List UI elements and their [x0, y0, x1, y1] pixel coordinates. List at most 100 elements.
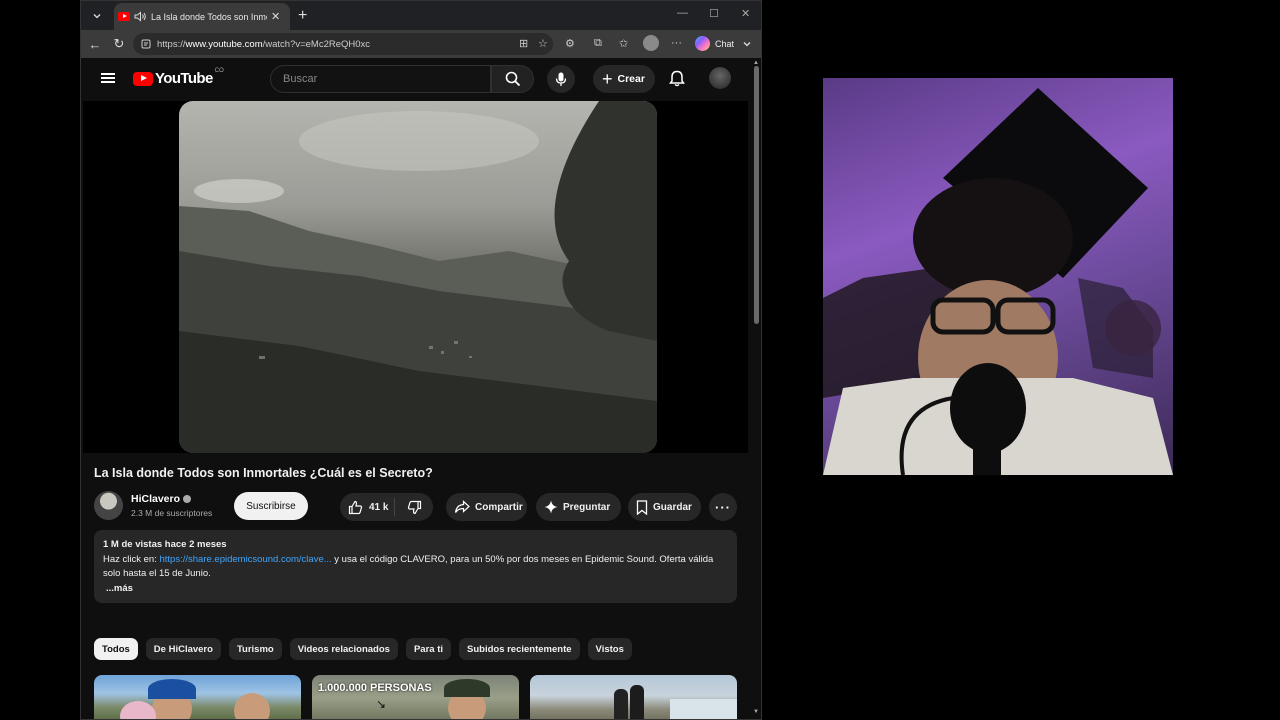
- logo-text: YouTube: [155, 70, 213, 87]
- chevron-down-icon: [743, 41, 751, 46]
- video-frame: [179, 101, 657, 453]
- glacier-image: [670, 699, 737, 719]
- verified-icon: [183, 495, 192, 504]
- view-count-date: 1 M de vistas hace 2 meses: [103, 539, 227, 550]
- share-button[interactable]: Compartir: [446, 493, 527, 521]
- filter-chips: Todos De HiClavero Turismo Videos relaci…: [94, 638, 632, 660]
- subscriber-count: 2.3 M de suscriptores: [131, 508, 213, 518]
- voice-search-button[interactable]: [547, 65, 575, 93]
- webcam-overlay: [823, 78, 1173, 475]
- site-info-icon[interactable]: [141, 39, 151, 49]
- sparkle-icon: [544, 500, 558, 514]
- youtube-logo[interactable]: YouTube CO: [133, 67, 224, 87]
- search-button[interactable]: [491, 65, 534, 93]
- video-thumbnail[interactable]: 1.000.000 PERSONAS ↘: [312, 675, 519, 719]
- save-button[interactable]: Guardar: [628, 493, 701, 521]
- like-count: 41 k: [369, 501, 389, 513]
- youtube-header: YouTube CO + Crear: [81, 58, 751, 100]
- cap-image: [444, 679, 490, 697]
- ask-button[interactable]: Preguntar: [536, 493, 621, 521]
- thumbs-up-icon: [348, 500, 363, 514]
- minimize-button[interactable]: —: [677, 7, 688, 19]
- share-label: Compartir: [475, 501, 523, 513]
- youtube-favicon-icon: [118, 12, 130, 21]
- subscribe-button[interactable]: Suscribirse: [234, 492, 308, 520]
- thumbs-down-icon[interactable]: [407, 500, 422, 515]
- description-box[interactable]: 1 M de vistas hace 2 meses Haz click en:…: [94, 530, 737, 603]
- favorites-icon[interactable]: ✩: [619, 37, 628, 50]
- page-scrollbar[interactable]: ▲ ▼: [751, 58, 761, 719]
- like-dislike-group: 41 k: [340, 493, 433, 521]
- person-image: [614, 689, 628, 719]
- tab-bar: La Isla donde Todos son Inmortales ¿Cuál…: [81, 1, 761, 30]
- chevron-down-icon: [93, 13, 101, 18]
- back-icon[interactable]: ←: [83, 37, 107, 52]
- flowers-image: [120, 701, 156, 719]
- copilot-chat-button[interactable]: Chat: [695, 36, 752, 51]
- video-player[interactable]: [83, 101, 748, 453]
- person-image: [234, 693, 270, 719]
- favorite-star-icon[interactable]: ☆: [538, 37, 548, 50]
- address-bar-row: ← ↻ https://www.youtube.com/watch?v=eMc2…: [81, 30, 761, 58]
- tab-actions-button[interactable]: [84, 5, 110, 27]
- chip-turismo[interactable]: Turismo: [228, 638, 282, 660]
- extensions-icon[interactable]: ⚙: [565, 37, 575, 50]
- channel-avatar[interactable]: [94, 491, 123, 520]
- bookmark-icon: [636, 499, 648, 515]
- channel-name[interactable]: HiClavero: [131, 493, 192, 505]
- person-image: [630, 685, 644, 719]
- video-title: La Isla donde Todos son Inmortales ¿Cuál…: [94, 466, 433, 480]
- new-tab-button[interactable]: +: [298, 7, 307, 25]
- close-window-button[interactable]: ✕: [741, 7, 750, 20]
- create-button[interactable]: + Crear: [593, 65, 655, 93]
- browser-tab-active[interactable]: La Isla donde Todos son Inmortales ¿Cuál…: [114, 3, 290, 30]
- copilot-icon: [695, 36, 710, 51]
- description-text: Haz click en: https://share.epidemicsoun…: [103, 553, 714, 580]
- more-actions-button[interactable]: ···: [709, 493, 737, 521]
- maximize-button[interactable]: ☐: [709, 7, 719, 20]
- profile-avatar[interactable]: [643, 35, 659, 51]
- chip-subidos-recientemente[interactable]: Subidos recientemente: [459, 638, 580, 660]
- thumbnail-overlay-text: 1.000.000 PERSONAS: [318, 682, 432, 694]
- video-thumbnail[interactable]: [530, 675, 737, 719]
- ask-label: Preguntar: [563, 501, 611, 513]
- logo-country: CO: [214, 67, 224, 74]
- share-icon: [454, 500, 470, 513]
- video-landscape-image: [179, 101, 657, 453]
- create-label: Crear: [617, 73, 645, 85]
- refresh-icon[interactable]: ↻: [107, 36, 131, 52]
- chat-label: Chat: [715, 38, 735, 49]
- app-available-icon[interactable]: ⊞: [519, 37, 528, 50]
- search-input[interactable]: [283, 73, 490, 85]
- chip-todos[interactable]: Todos: [94, 638, 138, 660]
- plus-icon: +: [602, 69, 613, 89]
- chip-de-hiclavero[interactable]: De HiClavero: [145, 638, 221, 660]
- chip-vistos[interactable]: Vistos: [587, 638, 632, 660]
- scrollbar-thumb[interactable]: [754, 66, 759, 324]
- like-button[interactable]: 41 k: [340, 498, 395, 516]
- show-more-link[interactable]: ...más: [103, 582, 728, 597]
- menu-icon[interactable]: [101, 73, 115, 83]
- browser-window: La Isla donde Todos son Inmortales ¿Cuál…: [80, 0, 762, 720]
- save-label: Guardar: [653, 501, 692, 513]
- video-thumbnail[interactable]: [94, 675, 301, 719]
- chip-para-ti[interactable]: Para ti: [405, 638, 451, 660]
- tab-close-icon[interactable]: ✕: [271, 10, 280, 23]
- url-field[interactable]: https://www.youtube.com/watch?v=eMc2ReQH…: [133, 33, 553, 55]
- scroll-down-icon[interactable]: ▼: [753, 709, 759, 715]
- more-menu-icon[interactable]: ···: [671, 37, 682, 49]
- description-link[interactable]: https://share.epidemicsound.com/clave...: [160, 554, 332, 565]
- account-avatar[interactable]: [709, 67, 731, 89]
- chip-videos-relacionados[interactable]: Videos relacionados: [289, 638, 398, 660]
- split-screen-icon[interactable]: ⧉: [594, 37, 602, 50]
- search-icon: [505, 71, 520, 87]
- more-dots-icon: ···: [715, 499, 731, 515]
- youtube-play-icon: [133, 71, 153, 86]
- notifications-bell-icon[interactable]: [669, 70, 685, 87]
- cap-image: [148, 679, 196, 699]
- microphone-icon: [555, 72, 567, 86]
- speaker-icon[interactable]: [134, 11, 147, 22]
- url-text: https://www.youtube.com/watch?v=eMc2ReQH…: [157, 38, 371, 50]
- search-box: [270, 65, 491, 93]
- tab-title: La Isla donde Todos son Inmortales ¿Cuál…: [151, 11, 267, 22]
